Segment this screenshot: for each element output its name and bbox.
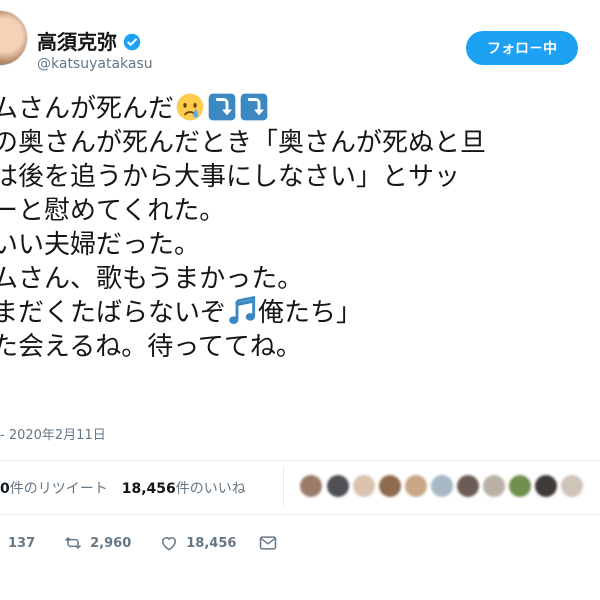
retweet-stat[interactable]: 0件のリツイート — [0, 481, 108, 497]
liker-avatar[interactable] — [535, 475, 557, 497]
tweet-line-2: の奥さんが死んだとき「奥さんが死ぬと旦 — [0, 128, 487, 158]
like-stat-label: 件のいいね — [175, 481, 246, 497]
liker-avatar[interactable] — [353, 475, 375, 497]
tweet-line-4: ーと慰めてくれた。 — [0, 196, 226, 226]
stats-divider — [283, 466, 284, 506]
tweet-line-1: ムさんが死んだ — [0, 92, 600, 126]
liker-avatar[interactable] — [379, 475, 401, 497]
reply-button[interactable]: 137 — [8, 536, 35, 551]
avatar[interactable] — [0, 10, 28, 66]
liker-avatar[interactable] — [300, 475, 322, 497]
tweet-line-1-text: ムさんが死んだ — [0, 94, 175, 124]
reply-count: 137 — [8, 535, 36, 551]
liker-avatar[interactable] — [431, 475, 453, 497]
message-button[interactable] — [258, 533, 278, 553]
user-handle[interactable]: @katsuyatakasu — [37, 56, 153, 72]
verified-badge-icon — [123, 33, 141, 51]
liker-avatar[interactable] — [327, 475, 349, 497]
like-button[interactable]: 18,456 — [159, 533, 236, 553]
envelope-icon — [260, 536, 277, 550]
retweet-stat-label: 件のリツイート — [9, 481, 108, 497]
like-stat[interactable]: 18,456件のいいね — [122, 481, 246, 497]
divider-top — [0, 460, 600, 461]
musical-notes-icon — [229, 296, 256, 324]
liker-avatar[interactable] — [457, 475, 479, 497]
following-button[interactable]: フォロ－中 — [466, 31, 578, 65]
down-arrow-icon — [240, 93, 268, 121]
liker-avatar[interactable] — [405, 475, 427, 497]
like-action-count: 18,456 — [186, 535, 237, 551]
user-name: 高須克弥 — [37, 30, 117, 54]
tweet-card: 高須克弥 @katsuyatakasu フォロ－中 ムさんが死んだ の奥さんが死… — [0, 0, 600, 600]
heart-icon — [162, 537, 177, 551]
tweet-text: ムさんが死んだ の奥さんが死んだとき「奥さんが死ぬと旦 は後を追うから大事にしな… — [0, 92, 600, 364]
retweet-action-count: 2,960 — [90, 535, 132, 551]
liker-avatar[interactable] — [509, 475, 531, 497]
user-name-row[interactable]: 高須克弥 — [37, 26, 141, 55]
tweet-line-5: いい夫婦だった。 — [0, 230, 201, 260]
tweet-stats: 0件のリツイート 18,456件のいいね — [0, 478, 246, 498]
tweet-line-3: は後を追うから大事にしなさい」とサッ — [0, 162, 461, 192]
tweet-line-6: ムさん、歌もうまかった。 — [0, 264, 304, 294]
down-arrow-icon — [208, 93, 236, 121]
retweet-icon — [65, 536, 82, 550]
divider-bottom — [0, 514, 600, 515]
liker-avatar[interactable] — [561, 475, 583, 497]
tweet-line-7-text: まだくたばらないぞ — [0, 298, 227, 328]
retweet-button[interactable]: 2,960 — [63, 533, 131, 553]
like-count: 18,456 — [121, 481, 176, 497]
tweet-actions: 137 2,960 18,456 — [0, 532, 278, 554]
tweet-line-7: まだくたばらないぞ 俺たち」 — [0, 296, 600, 330]
tweet-timestamp[interactable]: - 2020年2月11日 — [0, 424, 106, 443]
liker-avatar[interactable] — [483, 475, 505, 497]
retweet-count: 0 — [0, 481, 10, 497]
crying-face-icon — [176, 93, 204, 121]
tweet-line-7-suffix: 俺たち」 — [258, 298, 363, 328]
tweet-line-8: た会えるね。待っててね。 — [0, 332, 302, 362]
